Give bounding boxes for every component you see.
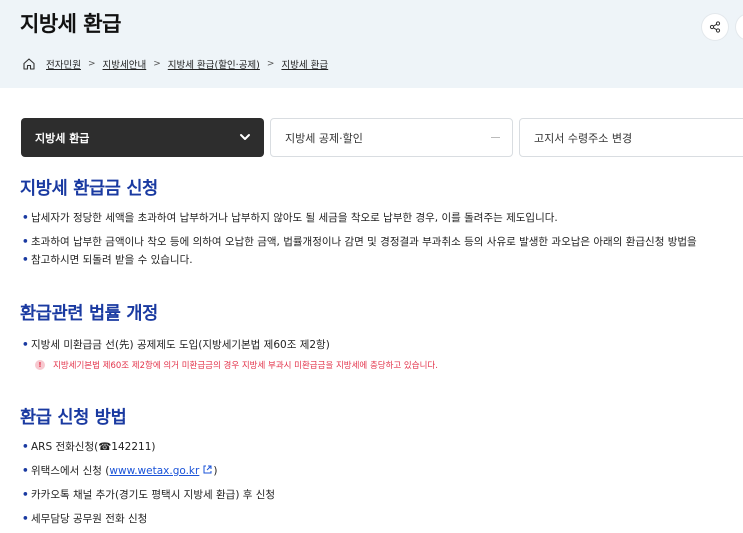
list-item: 초과하여 납부한 금액이나 착오 등에 의하여 오납한 금액, 법률개정이나 감… [22,233,742,251]
section-heading-law-revision: 환급관련 법률 개정 [20,304,158,324]
external-link-icon[interactable] [202,464,213,475]
breadcrumb-item-civil[interactable]: 전자민원 [46,57,81,71]
page-header: 지방세 환급 전자민원 > 지방세안내 > 지방세 환급(할인·공제) > 지방… [0,0,743,88]
section-heading-method: 환급 신청 방법 [20,408,127,428]
list-item: 위택스에서 신청 (www.wetax.go.kr) [22,462,217,480]
page-title: 지방세 환급 [20,12,121,36]
breadcrumb-separator: > [266,59,275,69]
list-item: 세무담당 공무원 전화 신청 [22,510,147,528]
list-item: ARS 전화신청(☎142211) [22,438,155,456]
warning-icon: ! [35,360,45,370]
warning-note: ! 지방세기본법 제60조 제2항에 의거 미환급금의 경우 지방세 부과시 미… [35,359,438,371]
wetax-suffix: ) [213,465,218,477]
tab-label: 지방세 공제·할인 [285,131,363,145]
breadcrumb-separator: > [153,59,161,69]
share-button[interactable] [702,14,728,40]
wetax-prefix: 위택스에서 신청 ( [31,465,110,477]
print-button[interactable] [736,14,743,40]
home-icon[interactable] [22,57,36,71]
tab-deduction-discount[interactable]: 지방세 공제·할인 [270,118,513,157]
list-item: 지방세 미환급금 선(先) 공제제도 도입(지방세기본법 제60조 제2항) [22,336,330,354]
share-icon [709,21,721,33]
section-heading-refund-apply: 지방세 환급금 신청 [20,179,158,199]
chevron-down-icon [240,134,250,140]
breadcrumb-item-refund-discount[interactable]: 지방세 환급(할인·공제) [168,57,260,71]
tab-refund[interactable]: 지방세 환급 [21,118,264,157]
breadcrumb-item-guide[interactable]: 지방세안내 [103,57,147,71]
tab-address-change[interactable]: 고지서 수령주소 변경 [519,118,743,157]
tab-label: 지방세 환급 [35,131,90,145]
list-item-continuation: 참고하시면 되돌려 받을 수 있습니다. [22,251,193,269]
tab-label: 고지서 수령주소 변경 [534,131,633,145]
warning-text: 지방세기본법 제60조 제2항에 의거 미환급금의 경우 지방세 부과시 미환급… [53,361,438,371]
list-item: 카카오톡 채널 추가(경기도 평택시 지방세 환급) 후 신청 [22,486,275,504]
breadcrumb-separator: > [87,59,96,69]
minus-icon [491,137,500,138]
breadcrumb: 전자민원 > 지방세안내 > 지방세 환급(할인·공제) > 지방세 환급 [22,57,328,71]
breadcrumb-item-refund[interactable]: 지방세 환급 [281,57,328,71]
list-item: 납세자가 정당한 세액을 초과하여 납부하거나 납부하지 않아도 될 세금을 착… [22,209,558,227]
wetax-link[interactable]: www.wetax.go.kr [109,465,199,477]
